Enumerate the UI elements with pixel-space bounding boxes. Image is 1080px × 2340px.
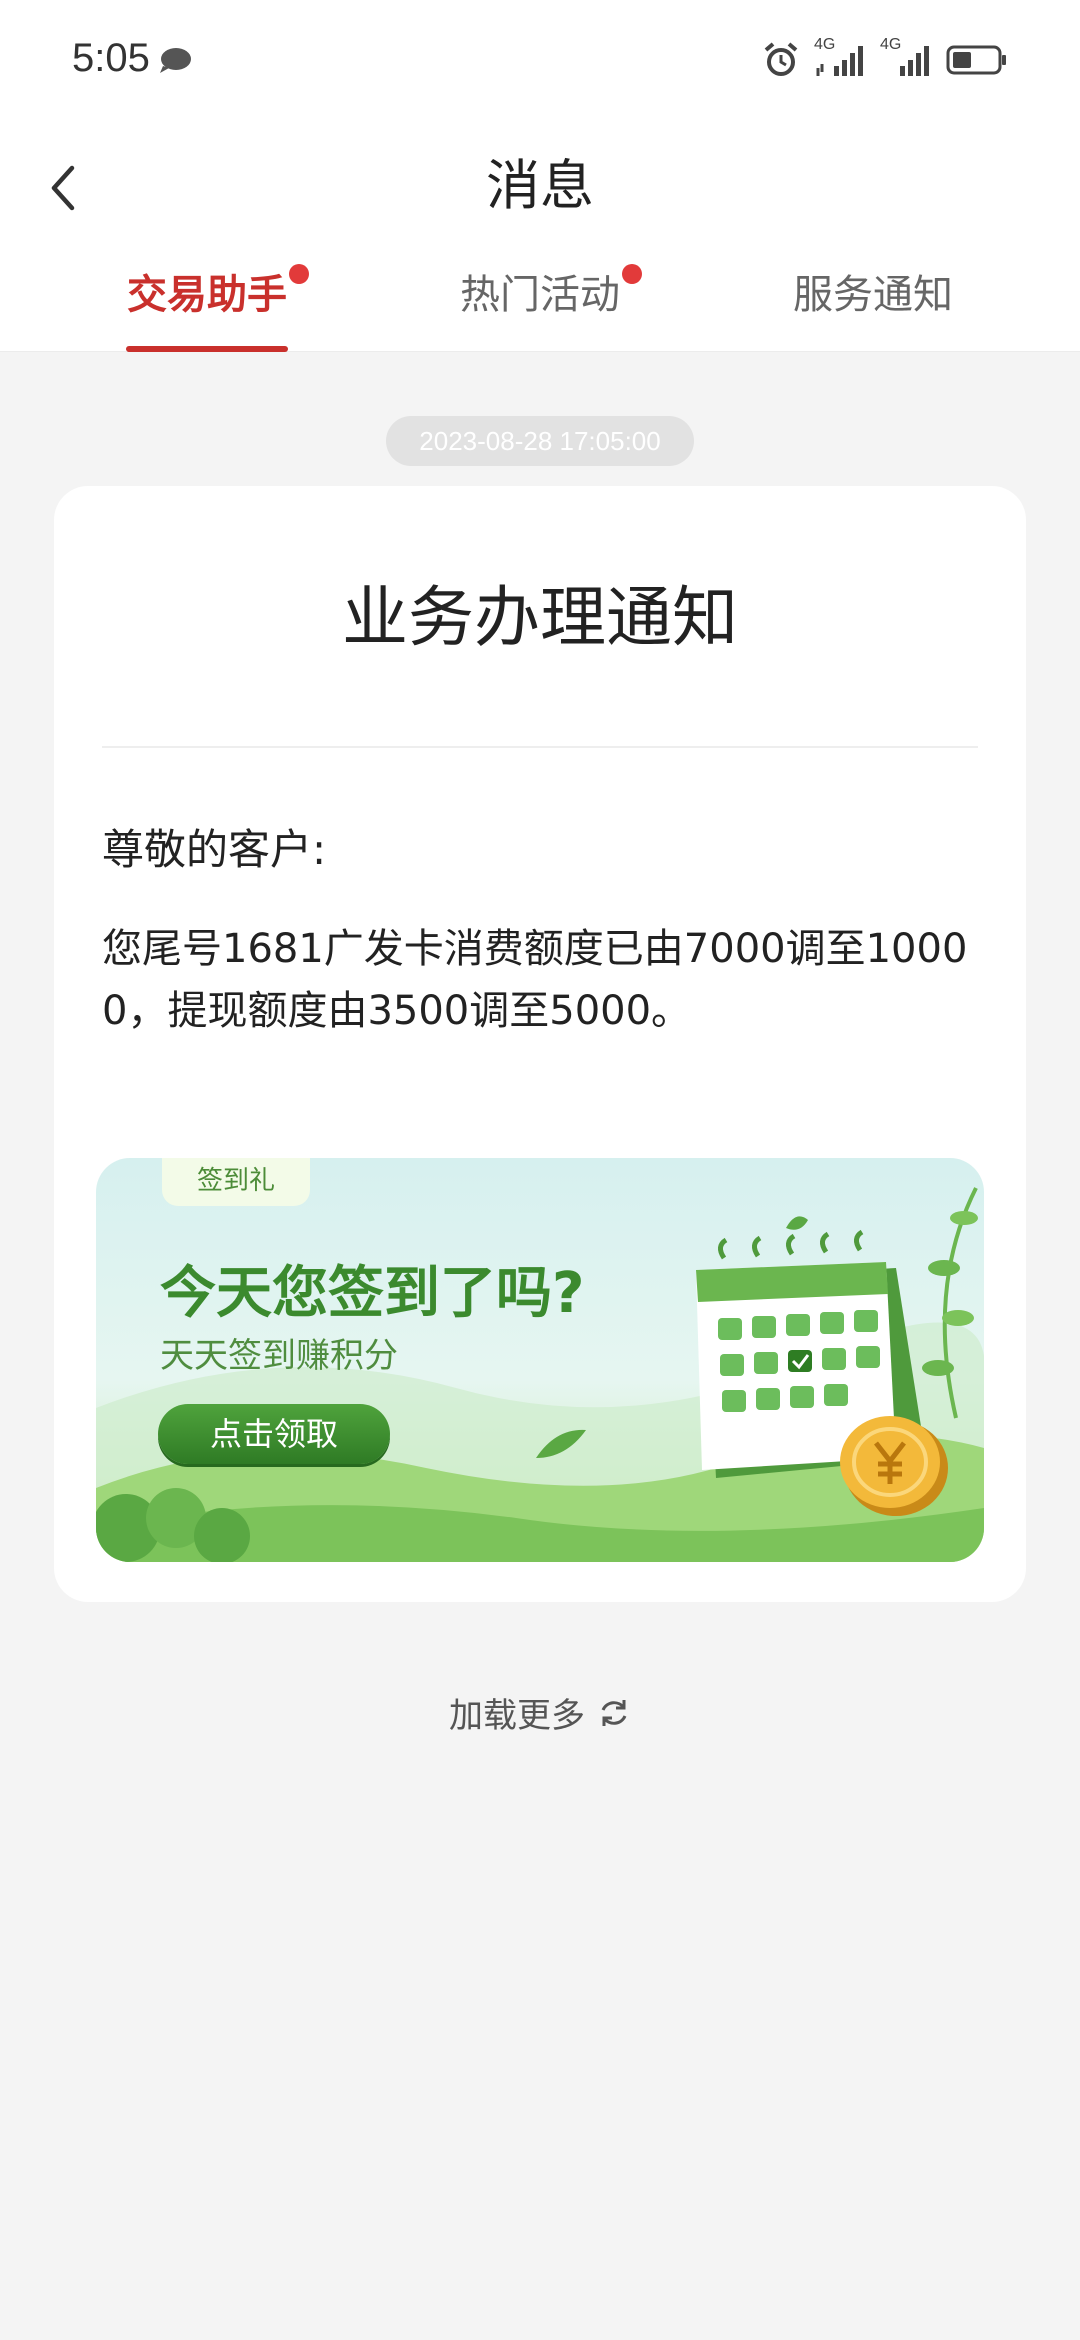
message-body: 您尾号1681广发卡消费额度已由7000调至10000，提现额度由3500调至5…	[102, 926, 968, 1034]
signal-group-1: 4G	[814, 36, 866, 78]
unread-dot	[289, 264, 309, 284]
status-bar: 5:05 4G 4G	[0, 0, 1080, 120]
tab-label-text: 热门活动	[460, 272, 620, 318]
tab-trade-assistant[interactable]: 交易助手	[126, 250, 309, 352]
signal-group-2: 4G	[880, 36, 932, 78]
checkin-banner[interactable]: 签到礼 今天您签到了吗? 天天签到赚积分 点击领取	[96, 1158, 984, 1562]
header: 消息 交易助手 热门活动 服务通知	[0, 120, 1080, 352]
message-timestamp: 2023-08-28 17:05:00	[386, 416, 694, 466]
load-more-button[interactable]: 加载更多	[0, 1688, 1080, 1737]
banner-subtitle: 天天签到赚积分	[160, 1336, 398, 1376]
banner-tag: 签到礼	[162, 1158, 310, 1206]
battery-icon	[946, 45, 1006, 75]
tab-label: 服务通知	[793, 250, 953, 340]
message-card[interactable]: 业务办理通知 尊敬的客户: 您尾号1681广发卡消费额度已由7000调至1000…	[54, 486, 1026, 1602]
load-more-label: 加载更多	[449, 1696, 585, 1736]
divider	[102, 746, 978, 748]
banner-title: 今天您签到了吗?	[160, 1261, 585, 1326]
tab-hot-activities[interactable]: 热门活动	[459, 250, 642, 352]
alarm-icon	[764, 42, 798, 76]
network-type-1: 4G	[814, 36, 836, 53]
refresh-icon	[601, 1699, 627, 1726]
page-title: 消息	[486, 154, 594, 217]
tab-label: 交易助手	[127, 250, 309, 340]
unread-dot	[622, 264, 642, 284]
status-icons: 4G 4G	[762, 36, 1008, 80]
tab-label-text: 交易助手	[127, 272, 287, 318]
network-type-2: 4G	[880, 36, 902, 53]
claim-button[interactable]: 点击领取	[158, 1404, 390, 1464]
message-title: 业务办理通知	[342, 579, 738, 656]
chat-bubble-icon	[160, 48, 191, 73]
tab-underline	[126, 346, 288, 352]
tab-label: 热门活动	[460, 250, 642, 340]
message-greeting: 尊敬的客户:	[102, 825, 327, 874]
tab-bar: 交易助手 热门活动 服务通知	[0, 250, 1080, 352]
tab-service-notice[interactable]: 服务通知	[792, 250, 954, 352]
tab-label-text: 服务通知	[793, 272, 953, 318]
status-time: 5:05	[72, 36, 150, 80]
